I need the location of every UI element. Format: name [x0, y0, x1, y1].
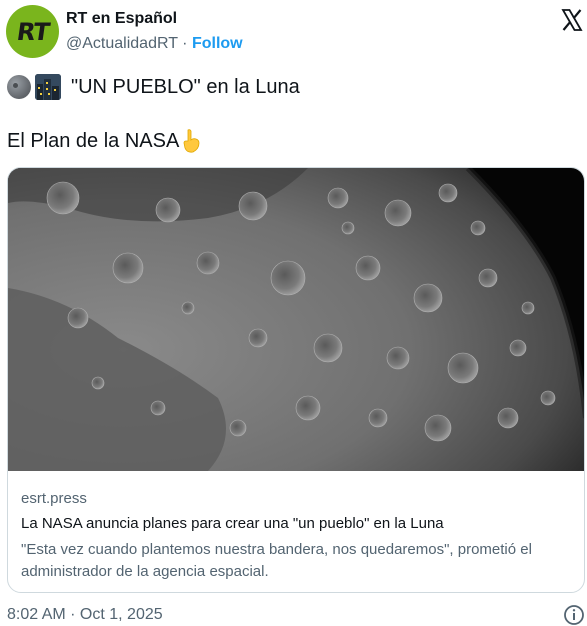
handle-line: @ActualidadRT · Follow [66, 35, 243, 53]
city-emoji-icon [35, 74, 61, 100]
x-logo-icon[interactable] [560, 8, 584, 32]
follow-button[interactable]: Follow [192, 35, 243, 52]
tweet-timestamp[interactable]: 8:02 AM · Oct 1, 2025 [7, 606, 163, 624]
link-card[interactable]: esrt.press La NASA anuncia planes para c… [7, 167, 585, 593]
card-title[interactable]: La NASA anuncia planes para crear una "u… [21, 515, 444, 532]
avatar[interactable]: RT [6, 5, 59, 58]
card-domain[interactable]: esrt.press [21, 490, 87, 507]
info-icon[interactable] [563, 604, 585, 626]
moon-emoji-icon [7, 75, 31, 99]
tweet-subtitle: El Plan de la NASA [7, 129, 180, 152]
card-description: "Esta vez cuando plantemos nuestra bande… [21, 541, 532, 580]
tweet-text-line2: El Plan de la NASA [7, 129, 201, 153]
author-name[interactable]: RT en Español [66, 10, 177, 28]
moon-surface-image [8, 168, 584, 471]
author-handle[interactable]: @ActualidadRT [66, 35, 178, 52]
avatar-logo-text: RT [14, 17, 51, 46]
pointing-down-emoji-icon [183, 129, 200, 153]
tweet-text-line1: "UN PUEBLO" en la Luna [7, 74, 300, 100]
tweet-title: "UN PUEBLO" en la Luna [71, 75, 300, 98]
separator-dot: · [182, 35, 188, 52]
